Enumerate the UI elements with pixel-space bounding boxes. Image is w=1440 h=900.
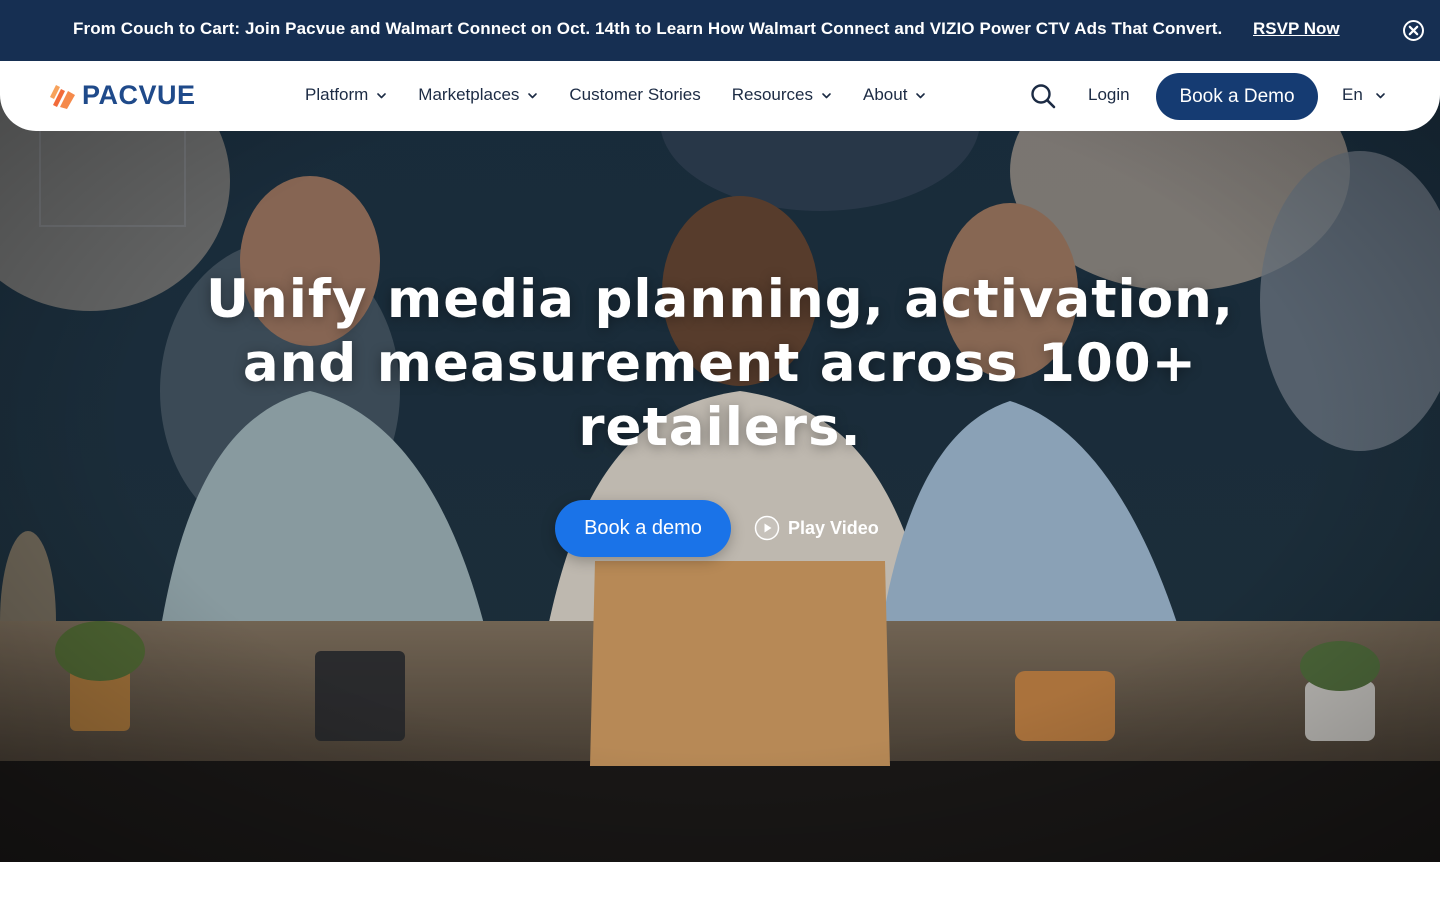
nav-item-label: Platform [305, 85, 369, 104]
pacvue-logo-icon [50, 84, 75, 109]
site-header: PACVUE Platform Marketplaces Customer St… [0, 61, 1440, 131]
book-demo-header-button[interactable]: Book a Demo [1156, 73, 1318, 120]
nav-item-marketplaces[interactable]: Marketplaces [418, 85, 538, 105]
rsvp-link[interactable]: RSVP Now [1253, 19, 1340, 39]
hero-title: Unify media planning, activation, and me… [205, 269, 1235, 458]
play-video-button[interactable]: Play Video [754, 515, 879, 541]
logo-text: PACVUE [82, 80, 196, 110]
nav-item-about[interactable]: About [863, 85, 926, 105]
close-circle-icon[interactable] [1402, 19, 1425, 42]
nav-item-resources[interactable]: Resources [732, 85, 832, 105]
hero-background-image [0, 61, 1440, 862]
search-icon[interactable] [1030, 83, 1056, 109]
language-selector[interactable]: En [1342, 85, 1386, 105]
play-video-label: Play Video [788, 517, 879, 538]
chevron-down-icon [528, 92, 538, 98]
login-link[interactable]: Login [1088, 85, 1130, 105]
hero-section: Unify media planning, activation, and me… [0, 61, 1440, 862]
nav-item-customer-stories[interactable]: Customer Stories [569, 85, 700, 105]
announcement-text: From Couch to Cart: Join Pacvue and Walm… [73, 19, 1223, 38]
nav-item-label: Customer Stories [569, 85, 701, 104]
chevron-down-icon [1375, 92, 1385, 98]
chevron-down-icon [377, 92, 387, 98]
book-demo-hero-button[interactable]: Book a demo [555, 500, 731, 557]
chevron-down-icon [916, 92, 926, 98]
nav-item-label: Resources [731, 85, 813, 104]
language-label: En [1342, 85, 1363, 104]
announcement-bar: From Couch to Cart: Join Pacvue and Walm… [0, 0, 1440, 61]
nav-item-label: About [863, 85, 908, 104]
play-icon [754, 515, 780, 541]
pacvue-logo[interactable]: PACVUE [50, 80, 196, 111]
nav-item-label: Marketplaces [418, 85, 520, 104]
main-nav: Platform Marketplaces Customer Stories R… [305, 85, 926, 105]
nav-item-platform[interactable]: Platform [305, 85, 387, 105]
chevron-down-icon [822, 92, 831, 98]
